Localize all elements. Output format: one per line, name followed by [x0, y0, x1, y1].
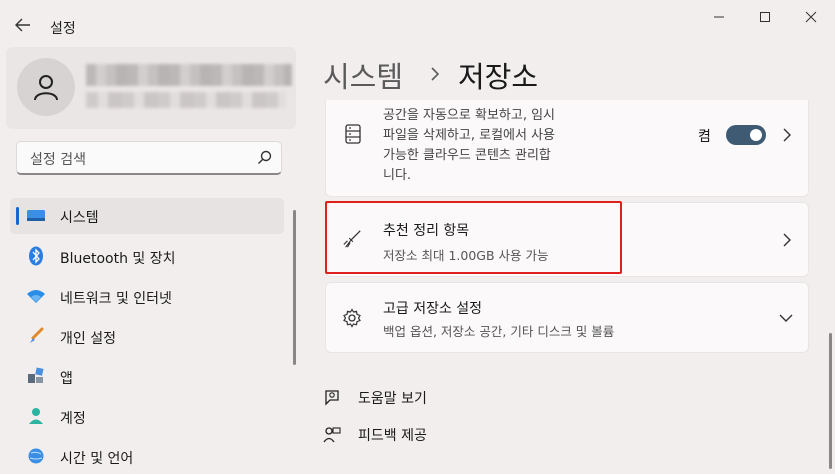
toggle-knob	[750, 129, 762, 141]
chevron-down-icon[interactable]	[778, 310, 794, 326]
apps-icon	[26, 366, 46, 386]
advanced-storage-title: 고급 저장소 설정	[383, 301, 483, 317]
back-arrow-icon	[15, 18, 30, 32]
description-line: 공간을 자동으로 확보하고, 임시	[383, 108, 556, 123]
sidebar-item-label: 앱	[60, 371, 73, 387]
search-placeholder: 설정 검색	[30, 152, 86, 168]
close-button[interactable]	[794, 6, 828, 28]
active-indicator	[16, 207, 19, 225]
close-icon	[805, 11, 817, 23]
minimize-button[interactable]	[702, 6, 736, 28]
monitor-icon	[26, 206, 46, 226]
highlight-box	[325, 201, 622, 274]
brush-icon	[26, 326, 46, 346]
storage-drive-icon	[343, 124, 363, 144]
app-title: 설정	[50, 21, 76, 37]
search-icon[interactable]	[256, 149, 274, 167]
sidebar-item-label: 계정	[60, 411, 86, 427]
person-icon	[34, 75, 58, 101]
sidebar-item-label: 개인 설정	[60, 331, 116, 347]
globe-icon	[26, 446, 46, 466]
sidebar-item-label: 시스템	[60, 210, 99, 226]
sidebar-item-system[interactable]	[10, 198, 284, 234]
storage-sense-description: 공간을 자동으로 확보하고, 임시 파일을 삭제하고, 로컬에서 사용 가능한 …	[383, 106, 555, 186]
toggle-state-label: 켬	[698, 129, 711, 145]
person-icon	[26, 406, 46, 426]
chevron-right-icon[interactable]	[779, 127, 795, 143]
maximize-icon	[760, 12, 770, 22]
description-line: 니다.	[383, 168, 412, 183]
avatar	[17, 58, 75, 116]
content-scrollbar[interactable]	[829, 333, 832, 469]
chevron-right-icon	[430, 62, 440, 86]
bluetooth-icon	[26, 246, 46, 266]
profile-email-redacted	[86, 92, 286, 108]
advanced-storage-subtitle: 백업 옵션, 저장소 공간, 기타 디스크 및 볼륨	[383, 324, 615, 339]
sidebar-item-label: 네트워크 및 인터넷	[60, 291, 172, 307]
back-button[interactable]	[10, 12, 36, 38]
help-icon	[322, 387, 342, 407]
minimize-icon	[714, 16, 724, 18]
gear-icon	[342, 308, 362, 328]
help-link[interactable]: 도움말 보기	[358, 388, 427, 408]
description-line: 가능한 클라우드 콘텐츠 관리합	[383, 148, 551, 163]
sidebar-item-apps[interactable]	[10, 358, 284, 394]
maximize-button[interactable]	[748, 6, 782, 28]
sidebar-item-personalization[interactable]	[10, 318, 284, 354]
sidebar-item-label: Bluetooth 및 장치	[60, 251, 176, 267]
sidebar-item-accounts[interactable]	[10, 398, 284, 434]
breadcrumb-parent[interactable]: 시스템	[323, 54, 403, 96]
sidebar-scrollbar[interactable]	[293, 210, 296, 365]
wifi-icon	[26, 286, 46, 306]
chevron-right-icon[interactable]	[779, 232, 795, 248]
description-line: 파일을 삭제하고, 로컬에서 사용	[383, 128, 556, 143]
page-title: 저장소	[458, 60, 539, 94]
sidebar-item-label: 시간 및 언어	[60, 451, 134, 467]
feedback-icon	[322, 425, 342, 445]
profile-name-redacted	[86, 64, 292, 86]
feedback-link[interactable]: 피드백 제공	[358, 425, 427, 445]
